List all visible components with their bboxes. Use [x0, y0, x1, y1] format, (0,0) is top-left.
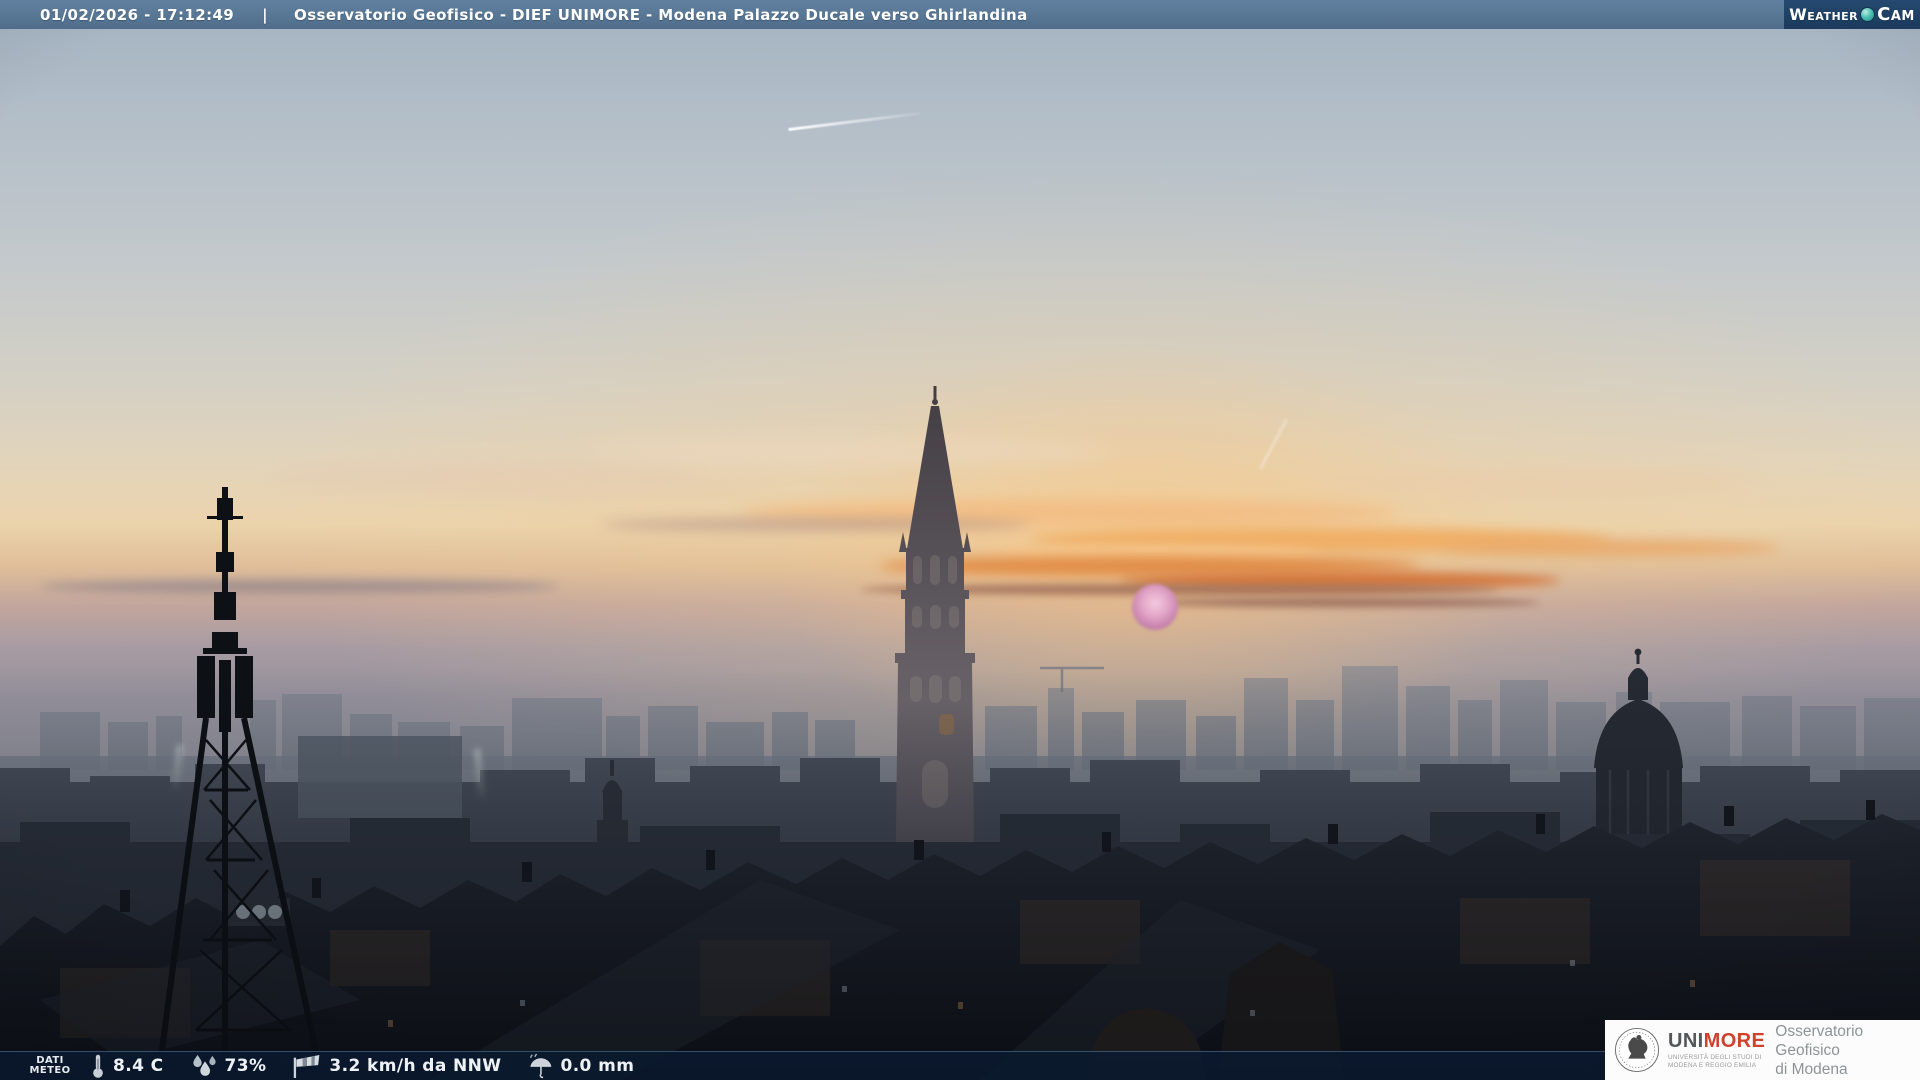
vignette-overlay — [0, 0, 1920, 1080]
windsock-icon — [292, 1053, 322, 1080]
weathercam-word1: Weather — [1789, 5, 1859, 24]
timestamp: 01/02/2026 - 17:12:49 — [40, 5, 235, 24]
humidity-drops-icon — [190, 1054, 218, 1078]
umbrella-icon — [527, 1053, 553, 1079]
weathercam-word2: Cam — [1877, 4, 1915, 25]
temperature-reading: 8.4 C — [90, 1053, 164, 1079]
webcam-view: 01/02/2026 - 17:12:49 | Osservatorio Geo… — [0, 0, 1920, 1080]
meteo-readings: 8.4 C 73% 3.2 km/h da NNW 0.0 mm — [90, 1053, 660, 1080]
header-bar: 01/02/2026 - 17:12:49 | Osservatorio Geo… — [0, 0, 1920, 29]
unimore-brand-box[interactable]: UNIMORE UNIVERSITÀ DEGLI STUDI DI MODENA… — [1605, 1020, 1920, 1080]
wind-value: 3.2 km/h da NNW — [329, 1056, 502, 1076]
unimore-subtitle: UNIVERSITÀ DEGLI STUDI DI MODENA E REGGI… — [1668, 1054, 1762, 1069]
unimore-wordmark-block: UNIMORE UNIVERSITÀ DEGLI STUDI DI MODENA… — [1668, 1030, 1766, 1069]
wind-reading: 3.2 km/h da NNW — [292, 1053, 501, 1080]
observatory-name: Osservatorio Geofisico di Modena — [1775, 1022, 1864, 1078]
thermometer-icon — [90, 1053, 106, 1079]
weathercam-dot-icon — [1861, 8, 1875, 21]
unimore-seal-icon — [1614, 1027, 1660, 1073]
meteo-label: DATI METEO — [29, 1054, 71, 1076]
rain-reading: 0.0 mm — [527, 1053, 634, 1079]
humidity-value: 73% — [224, 1056, 267, 1076]
temperature-value: 8.4 C — [113, 1056, 164, 1076]
webcam-photo — [0, 0, 1920, 1080]
weathercam-logo[interactable]: Weather Cam — [1784, 0, 1920, 29]
separator: | — [262, 5, 269, 24]
humidity-reading: 73% — [190, 1054, 267, 1078]
page-title: Osservatorio Geofisico - DIEF UNIMORE - … — [294, 5, 1028, 24]
rain-value: 0.0 mm — [560, 1056, 635, 1076]
unimore-wordmark: UNIMORE — [1668, 1030, 1766, 1053]
